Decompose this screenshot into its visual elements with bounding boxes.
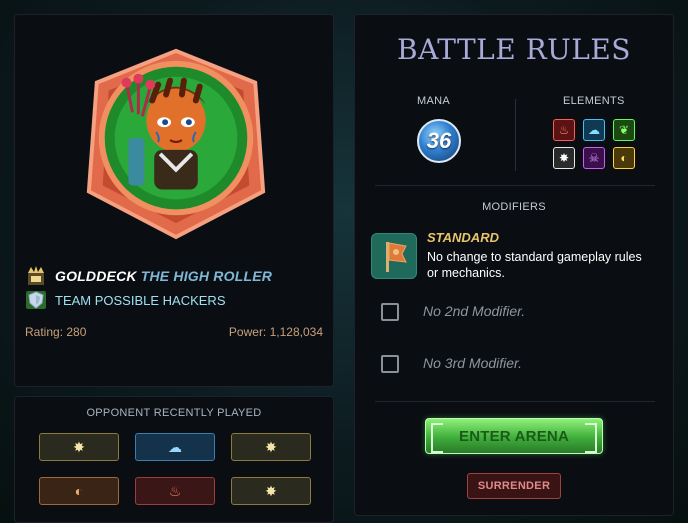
modifier-name: STANDARD	[427, 230, 499, 245]
modifier-3-label: No 3rd Modifier.	[423, 355, 523, 371]
opponent-played-water: ☁	[135, 433, 215, 461]
mana-badge: 36	[417, 119, 461, 163]
section-divider	[375, 185, 655, 186]
player-name[interactable]: GOLDDECK THE HIGH ROLLER	[55, 268, 272, 284]
modifiers-label: MODIFIERS	[482, 201, 546, 213]
battle-rules-panel: BATTLE RULES MANA 36 ELEMENTS ♨ ☁ ❦ ✸ ☠ …	[354, 14, 674, 516]
opponent-played-neutral: ✸	[231, 477, 311, 505]
neutral-element-icon: ✸	[265, 482, 277, 499]
enter-arena-button[interactable]: ENTER ARENA	[425, 418, 603, 454]
modifier-2-checkbox[interactable]	[381, 303, 399, 321]
death-element-icon[interactable]: ☠	[583, 147, 605, 169]
team-row: TEAM POSSIBLE HACKERS	[25, 289, 226, 311]
standard-modifier-icon[interactable]	[371, 233, 417, 279]
opponent-panel: OPPONENT RECENTLY PLAYED ✸ ☁ ✸ ◐ ♨ ✸	[14, 396, 334, 523]
mana-label: MANA	[417, 95, 450, 107]
opponent-played-neutral: ✸	[39, 433, 119, 461]
modifier-3-checkbox[interactable]	[381, 355, 399, 373]
modifier-description: No change to standard gameplay rules or …	[427, 250, 642, 280]
dragon-element-icon[interactable]: ◐	[613, 147, 635, 169]
player-card: GOLDDECK THE HIGH ROLLER TEAM POSSIBLE HA…	[14, 14, 334, 387]
player-power: Power: 1,128,034	[228, 325, 323, 339]
surrender-label: SURRENDER	[477, 480, 551, 492]
opponent-played-neutral: ✸	[231, 433, 311, 461]
earth-element-icon[interactable]: ❦	[613, 119, 635, 141]
enter-arena-label: ENTER ARENA	[459, 427, 569, 445]
mana-value: 36	[426, 128, 452, 153]
fire-element-icon: ♨	[168, 482, 182, 499]
player-name-row: GOLDDECK THE HIGH ROLLER	[25, 265, 272, 287]
crown-rank-icon	[28, 266, 44, 285]
team-name[interactable]: TEAM POSSIBLE HACKERS	[55, 293, 226, 308]
water-element-icon[interactable]: ☁	[583, 119, 605, 141]
section-divider	[515, 99, 516, 171]
opponent-title: OPPONENT RECENTLY PLAYED	[86, 407, 262, 419]
section-divider	[375, 401, 655, 402]
elements-label: ELEMENTS	[563, 95, 625, 107]
neutral-element-icon: ✸	[73, 438, 85, 455]
modifier-2-label: No 2nd Modifier.	[423, 303, 526, 319]
player-avatar	[77, 43, 275, 241]
player-title: THE HIGH ROLLER	[140, 268, 273, 284]
surrender-button[interactable]: SURRENDER	[467, 473, 561, 499]
opponent-played-grid: ✸ ☁ ✸ ◐ ♨ ✸	[39, 433, 311, 505]
life-element-icon[interactable]: ✸	[553, 147, 575, 169]
elements-grid: ♨ ☁ ❦ ✸ ☠ ◐	[553, 119, 635, 169]
shield-guild-icon	[26, 291, 46, 309]
water-element-icon: ☁	[168, 438, 182, 455]
opponent-played-earth: ◐	[39, 477, 119, 505]
opponent-played-fire: ♨	[135, 477, 215, 505]
player-rating: Rating: 280	[25, 325, 87, 339]
neutral-element-icon: ✸	[265, 438, 277, 455]
flag-icon	[386, 242, 407, 272]
player-username: GOLDDECK	[55, 268, 137, 284]
avatar-portrait-icon	[86, 48, 266, 240]
battle-rules-title: BATTLE RULES	[397, 33, 631, 66]
earth-element-icon: ◐	[74, 483, 84, 499]
fire-element-icon[interactable]: ♨	[553, 119, 575, 141]
